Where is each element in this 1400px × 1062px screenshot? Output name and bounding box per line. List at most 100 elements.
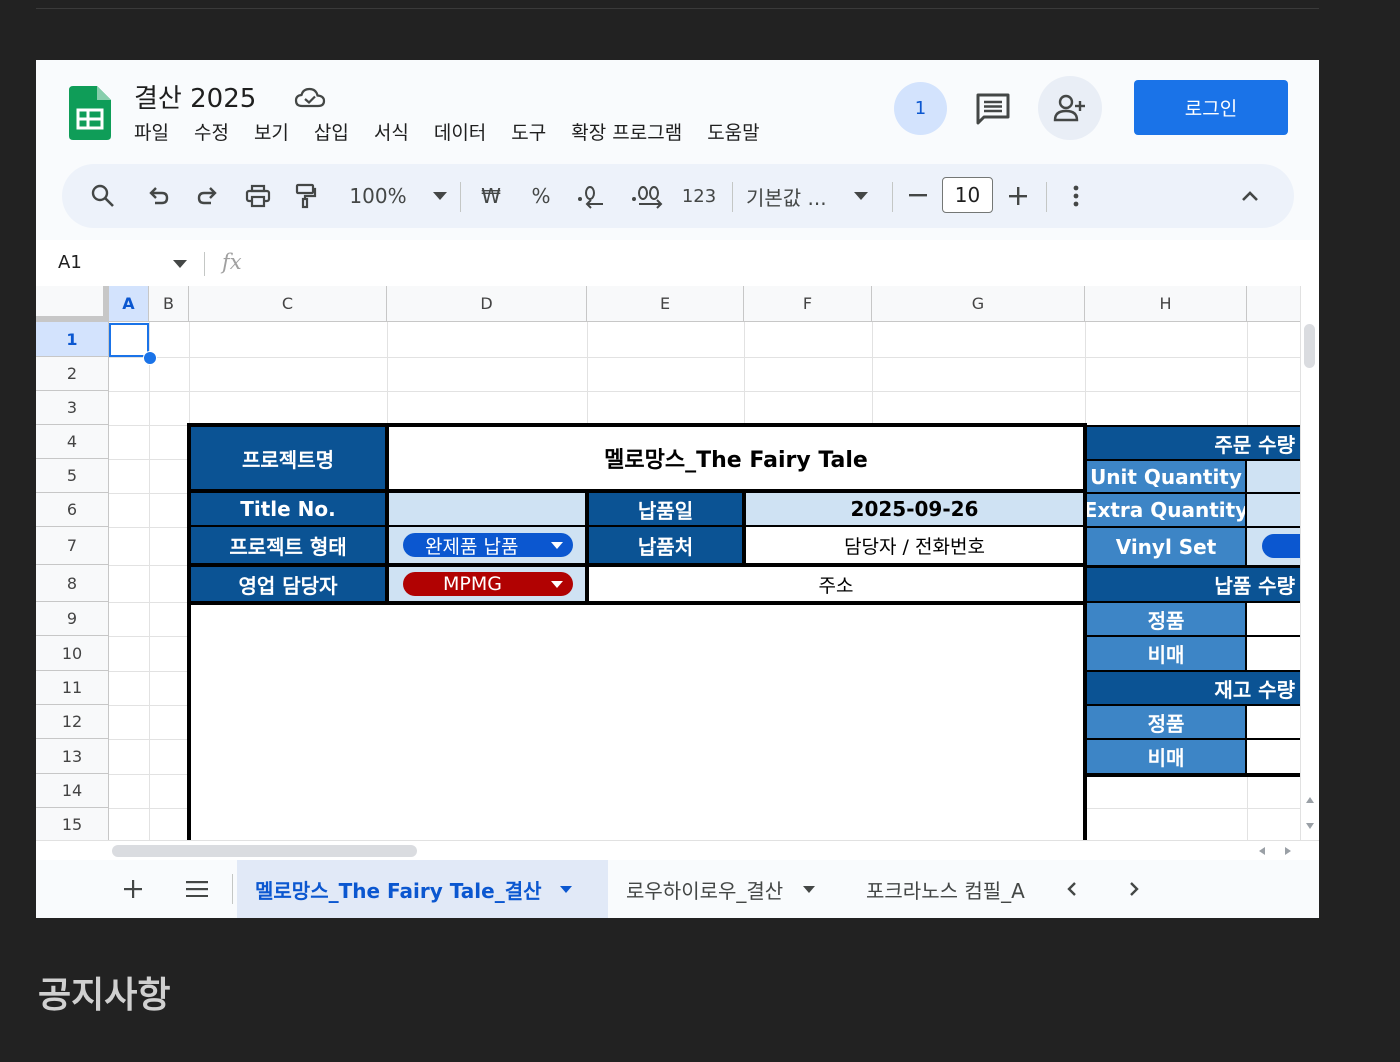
column-header-g[interactable]: G bbox=[872, 286, 1085, 322]
tab-melomance-fairy-tale[interactable]: 멜로망스_The Fairy Tale_결산 bbox=[237, 860, 608, 918]
spreadsheet-grid[interactable]: A B C D E F G H 1 2 3 4 5 6 7 8 9 10 11 … bbox=[36, 286, 1300, 840]
stock-genuine-label[interactable]: 정품 bbox=[1087, 706, 1245, 738]
decrease-font-size-button[interactable] bbox=[900, 164, 936, 228]
memo-area[interactable] bbox=[191, 605, 1083, 840]
selected-cell-a1[interactable] bbox=[109, 323, 149, 357]
menu-tools[interactable]: 도구 bbox=[511, 118, 546, 145]
more-formats-button[interactable]: 123 bbox=[674, 164, 724, 228]
font-size-input[interactable]: 10 bbox=[942, 177, 993, 213]
row-header-5[interactable]: 5 bbox=[36, 459, 109, 493]
comment-icon[interactable] bbox=[974, 90, 1012, 128]
delivery-place-label[interactable]: 납품처 bbox=[589, 527, 742, 563]
percent-format-button[interactable]: % bbox=[520, 164, 562, 228]
sales-manager-dropdown-chip[interactable]: MPMG bbox=[403, 572, 573, 596]
delivery-genuine-value[interactable] bbox=[1247, 603, 1300, 635]
unit-qty-value[interactable] bbox=[1247, 461, 1300, 492]
column-header-e[interactable]: E bbox=[587, 286, 744, 322]
row-header-8[interactable]: 8 bbox=[36, 565, 109, 602]
viewer-count-avatar[interactable]: 1 bbox=[894, 82, 947, 135]
row-header-14[interactable]: 14 bbox=[36, 774, 109, 808]
increase-decimal-button[interactable] bbox=[622, 164, 674, 228]
column-header-d[interactable]: D bbox=[387, 286, 587, 322]
project-type-dropdown-chip[interactable]: 완제품 납품 bbox=[403, 533, 573, 558]
project-type-label[interactable]: 프로젝트 형태 bbox=[191, 527, 385, 563]
collapse-toolbar-button[interactable] bbox=[1232, 164, 1268, 228]
font-family-select[interactable]: 기본값 ... bbox=[742, 164, 886, 228]
stock-genuine-value[interactable] bbox=[1247, 706, 1300, 738]
column-header-a[interactable]: A bbox=[109, 286, 149, 322]
stock-not-for-sale-label[interactable]: 비매 bbox=[1087, 740, 1245, 773]
menu-edit[interactable]: 수정 bbox=[194, 118, 229, 145]
login-button[interactable]: 로그인 bbox=[1134, 80, 1288, 135]
project-type-cell[interactable]: 완제품 납품 bbox=[389, 527, 585, 563]
increase-font-size-button[interactable] bbox=[1000, 164, 1036, 228]
delivery-date-value[interactable]: 2025-09-26 bbox=[746, 493, 1083, 525]
title-no-label[interactable]: Title No. bbox=[191, 493, 385, 525]
stock-not-for-sale-value[interactable] bbox=[1247, 740, 1300, 773]
row-header-11[interactable]: 11 bbox=[36, 671, 109, 705]
scroll-left-icon[interactable] bbox=[1258, 846, 1266, 856]
title-no-value[interactable] bbox=[389, 493, 585, 525]
row-header-6[interactable]: 6 bbox=[36, 493, 109, 527]
row-header-4[interactable]: 4 bbox=[36, 425, 109, 459]
project-name-value[interactable]: 멜로망스_The Fairy Tale bbox=[389, 427, 1083, 489]
add-sheet-button[interactable] bbox=[118, 860, 148, 918]
row-header-13[interactable]: 13 bbox=[36, 739, 109, 774]
zoom-select[interactable]: 100% bbox=[338, 164, 458, 228]
stock-qty-label[interactable]: 재고 수량 bbox=[1087, 672, 1300, 704]
all-sheets-button[interactable] bbox=[180, 860, 214, 918]
row-header-12[interactable]: 12 bbox=[36, 705, 109, 739]
scroll-up-icon[interactable] bbox=[1305, 796, 1315, 804]
chevron-down-icon[interactable] bbox=[173, 260, 187, 268]
menu-file[interactable]: 파일 bbox=[134, 118, 169, 145]
contact-value[interactable]: 담당자 / 전화번호 bbox=[746, 527, 1083, 563]
delivery-not-for-sale-value[interactable] bbox=[1247, 637, 1300, 670]
extra-qty-label[interactable]: Extra Quantity bbox=[1087, 494, 1245, 526]
fill-handle[interactable] bbox=[143, 351, 157, 365]
currency-format-button[interactable]: ₩ bbox=[470, 164, 512, 228]
delivery-genuine-label[interactable]: 정품 bbox=[1087, 603, 1245, 635]
horizontal-scroll-thumb[interactable] bbox=[112, 845, 417, 857]
menu-extensions[interactable]: 확장 프로그램 bbox=[571, 118, 682, 145]
tabs-scroll-left-button[interactable] bbox=[1060, 860, 1084, 918]
row-header-2[interactable]: 2 bbox=[36, 357, 109, 391]
delivery-not-for-sale-label[interactable]: 비매 bbox=[1087, 637, 1245, 670]
extra-qty-value[interactable] bbox=[1247, 494, 1300, 526]
menu-format[interactable]: 서식 bbox=[374, 118, 409, 145]
menu-data[interactable]: 데이터 bbox=[434, 118, 486, 145]
delivery-date-label[interactable]: 납품일 bbox=[589, 493, 742, 525]
menu-help[interactable]: 도움말 bbox=[707, 118, 759, 145]
vinyl-set-cell[interactable] bbox=[1247, 528, 1300, 565]
horizontal-scrollbar[interactable] bbox=[36, 840, 1319, 860]
vertical-scrollbar[interactable] bbox=[1300, 286, 1319, 840]
share-button[interactable] bbox=[1038, 76, 1102, 140]
decrease-decimal-button[interactable] bbox=[570, 164, 614, 228]
row-header-7[interactable]: 7 bbox=[36, 527, 109, 565]
order-qty-label[interactable]: 주문 수량 bbox=[1087, 427, 1300, 459]
row-header-15[interactable]: 15 bbox=[36, 808, 109, 840]
row-header-3[interactable]: 3 bbox=[36, 391, 109, 425]
document-title[interactable]: 결산 2025 bbox=[134, 78, 256, 115]
address-value[interactable]: 주소 bbox=[589, 567, 1083, 601]
row-header-10[interactable]: 10 bbox=[36, 636, 109, 671]
menu-view[interactable]: 보기 bbox=[254, 118, 289, 145]
tab-lowhighlow[interactable]: 로우하이로우_결산 bbox=[626, 860, 836, 918]
row-header-1[interactable]: 1 bbox=[36, 322, 109, 357]
cloud-saved-icon[interactable] bbox=[294, 86, 326, 110]
sheets-logo-icon[interactable] bbox=[69, 86, 111, 140]
print-button[interactable] bbox=[238, 164, 278, 228]
paint-format-button[interactable] bbox=[286, 164, 326, 228]
column-header-h[interactable]: H bbox=[1085, 286, 1247, 322]
vertical-scroll-thumb[interactable] bbox=[1304, 324, 1315, 368]
sales-manager-label[interactable]: 영업 담당자 bbox=[191, 567, 385, 601]
delivery-qty-label[interactable]: 납품 수량 bbox=[1087, 568, 1300, 601]
column-header-i[interactable] bbox=[1247, 286, 1300, 322]
menu-insert[interactable]: 삽입 bbox=[314, 118, 349, 145]
tabs-scroll-right-button[interactable] bbox=[1122, 860, 1146, 918]
project-name-label[interactable]: 프로젝트명 bbox=[191, 427, 385, 489]
column-header-c[interactable]: C bbox=[189, 286, 387, 322]
vinyl-set-dropdown-chip[interactable] bbox=[1262, 534, 1300, 558]
name-box[interactable]: A1 bbox=[58, 252, 82, 273]
more-options-button[interactable] bbox=[1058, 164, 1094, 228]
vinyl-set-label[interactable]: Vinyl Set bbox=[1087, 528, 1245, 565]
